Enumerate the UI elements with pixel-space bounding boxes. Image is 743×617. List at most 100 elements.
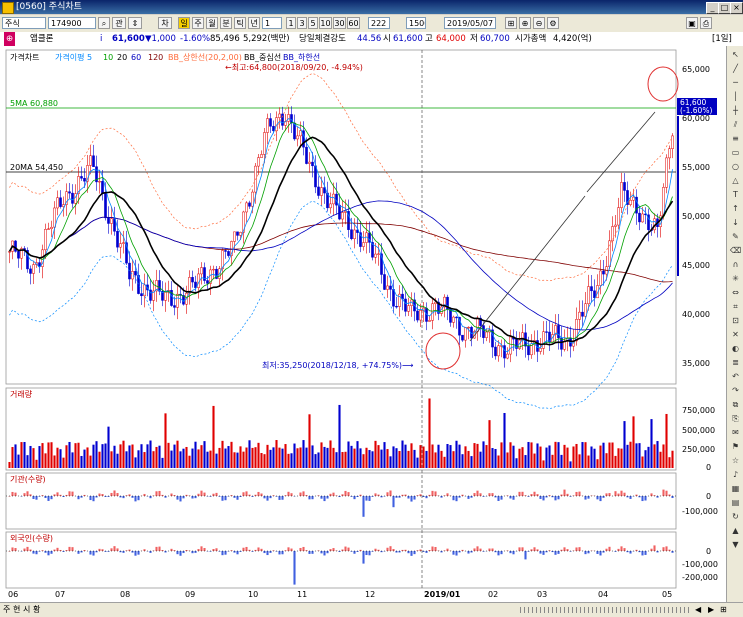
fibo-icon[interactable]: ≡ xyxy=(730,134,741,143)
settings-icon[interactable]: ⚙ xyxy=(547,17,559,29)
foreign-bar xyxy=(299,548,301,551)
star-icon[interactable]: ☆ xyxy=(730,456,741,465)
period-icon[interactable]: ⌗ xyxy=(730,302,741,311)
line-icon[interactable]: ╱ xyxy=(730,64,741,73)
foreign-bar xyxy=(629,551,631,554)
eraser-icon[interactable]: ⌫ xyxy=(730,246,741,255)
undo-icon[interactable]: ↶ xyxy=(730,372,741,381)
interval-60-button[interactable]: 60 xyxy=(347,17,360,29)
delete-icon[interactable]: ✕ xyxy=(730,330,741,339)
paste-icon[interactable]: ⎘ xyxy=(730,414,741,423)
bell-icon[interactable]: ♪ xyxy=(730,470,741,479)
zoom-in-icon[interactable]: ⊕ xyxy=(519,17,531,29)
rect-icon[interactable]: ▭ xyxy=(730,148,741,157)
period-minute-button[interactable]: 분 xyxy=(220,17,232,29)
cross-icon[interactable]: ┼ xyxy=(730,106,741,115)
save-icon[interactable]: ▣ xyxy=(686,17,698,29)
open-value: 61,600 xyxy=(393,32,423,46)
inst-bar xyxy=(434,491,436,496)
candle-body xyxy=(350,230,352,239)
bottom-tab[interactable]: 시 xyxy=(23,603,30,617)
candle-body xyxy=(59,198,61,207)
foreign-bar xyxy=(170,549,172,551)
zoom-icon[interactable]: ⊞ xyxy=(505,17,517,29)
flag-icon[interactable]: ⚑ xyxy=(730,442,741,451)
scroll-down-icon[interactable]: ▼ xyxy=(730,540,741,549)
period-year-button[interactable]: 년 xyxy=(248,17,260,29)
cursor-icon[interactable]: ↖ xyxy=(730,50,741,59)
magnet-icon[interactable]: ∩ xyxy=(730,260,741,269)
note-icon[interactable]: ✉ xyxy=(730,428,741,437)
inst-bar xyxy=(362,496,364,517)
candle-body xyxy=(455,317,457,318)
volume-bar xyxy=(134,457,136,468)
candle-body xyxy=(263,133,265,155)
lock-icon[interactable]: ⊡ xyxy=(730,316,741,325)
redo-icon[interactable]: ↷ xyxy=(730,386,741,395)
chart-svg[interactable]: 가격차트 가격이평 5 10 20 60 120 BB_상한선(20,2,00)… xyxy=(0,46,726,602)
copy-icon[interactable]: ⧉ xyxy=(730,400,741,409)
vline-icon[interactable]: │ xyxy=(730,92,741,101)
grid-icon[interactable]: ▦ xyxy=(730,484,741,493)
print-icon[interactable]: ⎙ xyxy=(700,17,712,29)
arrow-down-icon[interactable]: ↓ xyxy=(730,218,741,227)
gann-icon[interactable]: ✳ xyxy=(730,274,741,283)
fit-button[interactable]: ⊞ xyxy=(720,603,727,617)
volume-bar xyxy=(458,445,460,468)
bottom-tab[interactable]: 주 xyxy=(3,603,10,617)
bottom-tab[interactable]: 현 xyxy=(13,603,20,617)
interval-1-button[interactable]: 1 xyxy=(286,17,296,29)
arrow-up-icon[interactable]: ↑ xyxy=(730,204,741,213)
info-icon[interactable]: i xyxy=(100,32,102,46)
period-month-button[interactable]: 월 xyxy=(206,17,218,29)
date-picker[interactable]: 2019/05/07 xyxy=(444,17,496,29)
interval-5-button[interactable]: 5 xyxy=(308,17,318,29)
inst-bar xyxy=(245,491,247,496)
period-tick-button[interactable]: 틱 xyxy=(234,17,246,29)
color-icon[interactable]: ◐ xyxy=(730,344,741,353)
refresh-icon[interactable]: ↻ xyxy=(730,512,741,521)
candle-body xyxy=(509,337,511,354)
scroll-track[interactable] xyxy=(520,607,690,613)
volume-value: 85,496 xyxy=(210,32,240,46)
foreign-bar xyxy=(500,551,502,554)
interval-30-button[interactable]: 30 xyxy=(333,17,346,29)
zoom-in-button[interactable]: ▶ xyxy=(708,603,714,617)
volume-bar xyxy=(575,444,577,468)
period-week-button[interactable]: 주 xyxy=(192,17,204,29)
scroll-up-icon[interactable]: ▲ xyxy=(730,526,741,535)
hline-icon[interactable]: ─ xyxy=(730,78,741,87)
interval-10-button[interactable]: 10 xyxy=(319,17,332,29)
pencil-icon[interactable]: ✎ xyxy=(730,232,741,241)
triangle-icon[interactable]: △ xyxy=(730,176,741,185)
layout-icon[interactable]: ▤ xyxy=(730,498,741,507)
chart-area[interactable]: 가격차트 가격이평 5 10 20 60 120 BB_상한선(20,2,00)… xyxy=(0,46,743,616)
text-icon[interactable]: T xyxy=(730,190,741,199)
channel-icon[interactable]: ⫽ xyxy=(730,120,741,129)
inst-bar xyxy=(257,492,259,496)
foreign-bar xyxy=(176,551,178,554)
inst-bar xyxy=(536,494,538,496)
arrow-button[interactable]: ⇕ xyxy=(128,17,142,29)
candle-body xyxy=(641,214,643,222)
market-select[interactable]: 주식 xyxy=(2,17,46,29)
chart-button[interactable]: 차 xyxy=(158,17,172,29)
foreign-tick: 0 xyxy=(706,547,711,556)
volume-bar xyxy=(650,419,652,468)
total-input[interactable]: 1500 xyxy=(406,17,426,29)
zoom-out-button[interactable]: ◀ xyxy=(695,603,701,617)
period-day-button[interactable]: 일 xyxy=(178,17,190,29)
style-icon[interactable]: ≣ xyxy=(730,358,741,367)
bottom-tab[interactable]: 황 xyxy=(33,603,40,617)
count-input[interactable]: 222 xyxy=(368,17,390,29)
stock-name[interactable]: 앱클론 xyxy=(30,32,53,46)
stock-code-input[interactable]: 174900 xyxy=(48,17,96,29)
search-icon[interactable]: ⌕ xyxy=(98,17,110,29)
interval-3-button[interactable]: 3 xyxy=(297,17,307,29)
zoom-out-icon[interactable]: ⊖ xyxy=(533,17,545,29)
close-button[interactable]: × xyxy=(730,2,743,14)
gwan-button[interactable]: 관 xyxy=(112,17,126,29)
circle-icon[interactable]: ○ xyxy=(730,162,741,171)
interval-input[interactable]: 1 xyxy=(262,17,282,29)
measure-icon[interactable]: ⇔ xyxy=(730,288,741,297)
